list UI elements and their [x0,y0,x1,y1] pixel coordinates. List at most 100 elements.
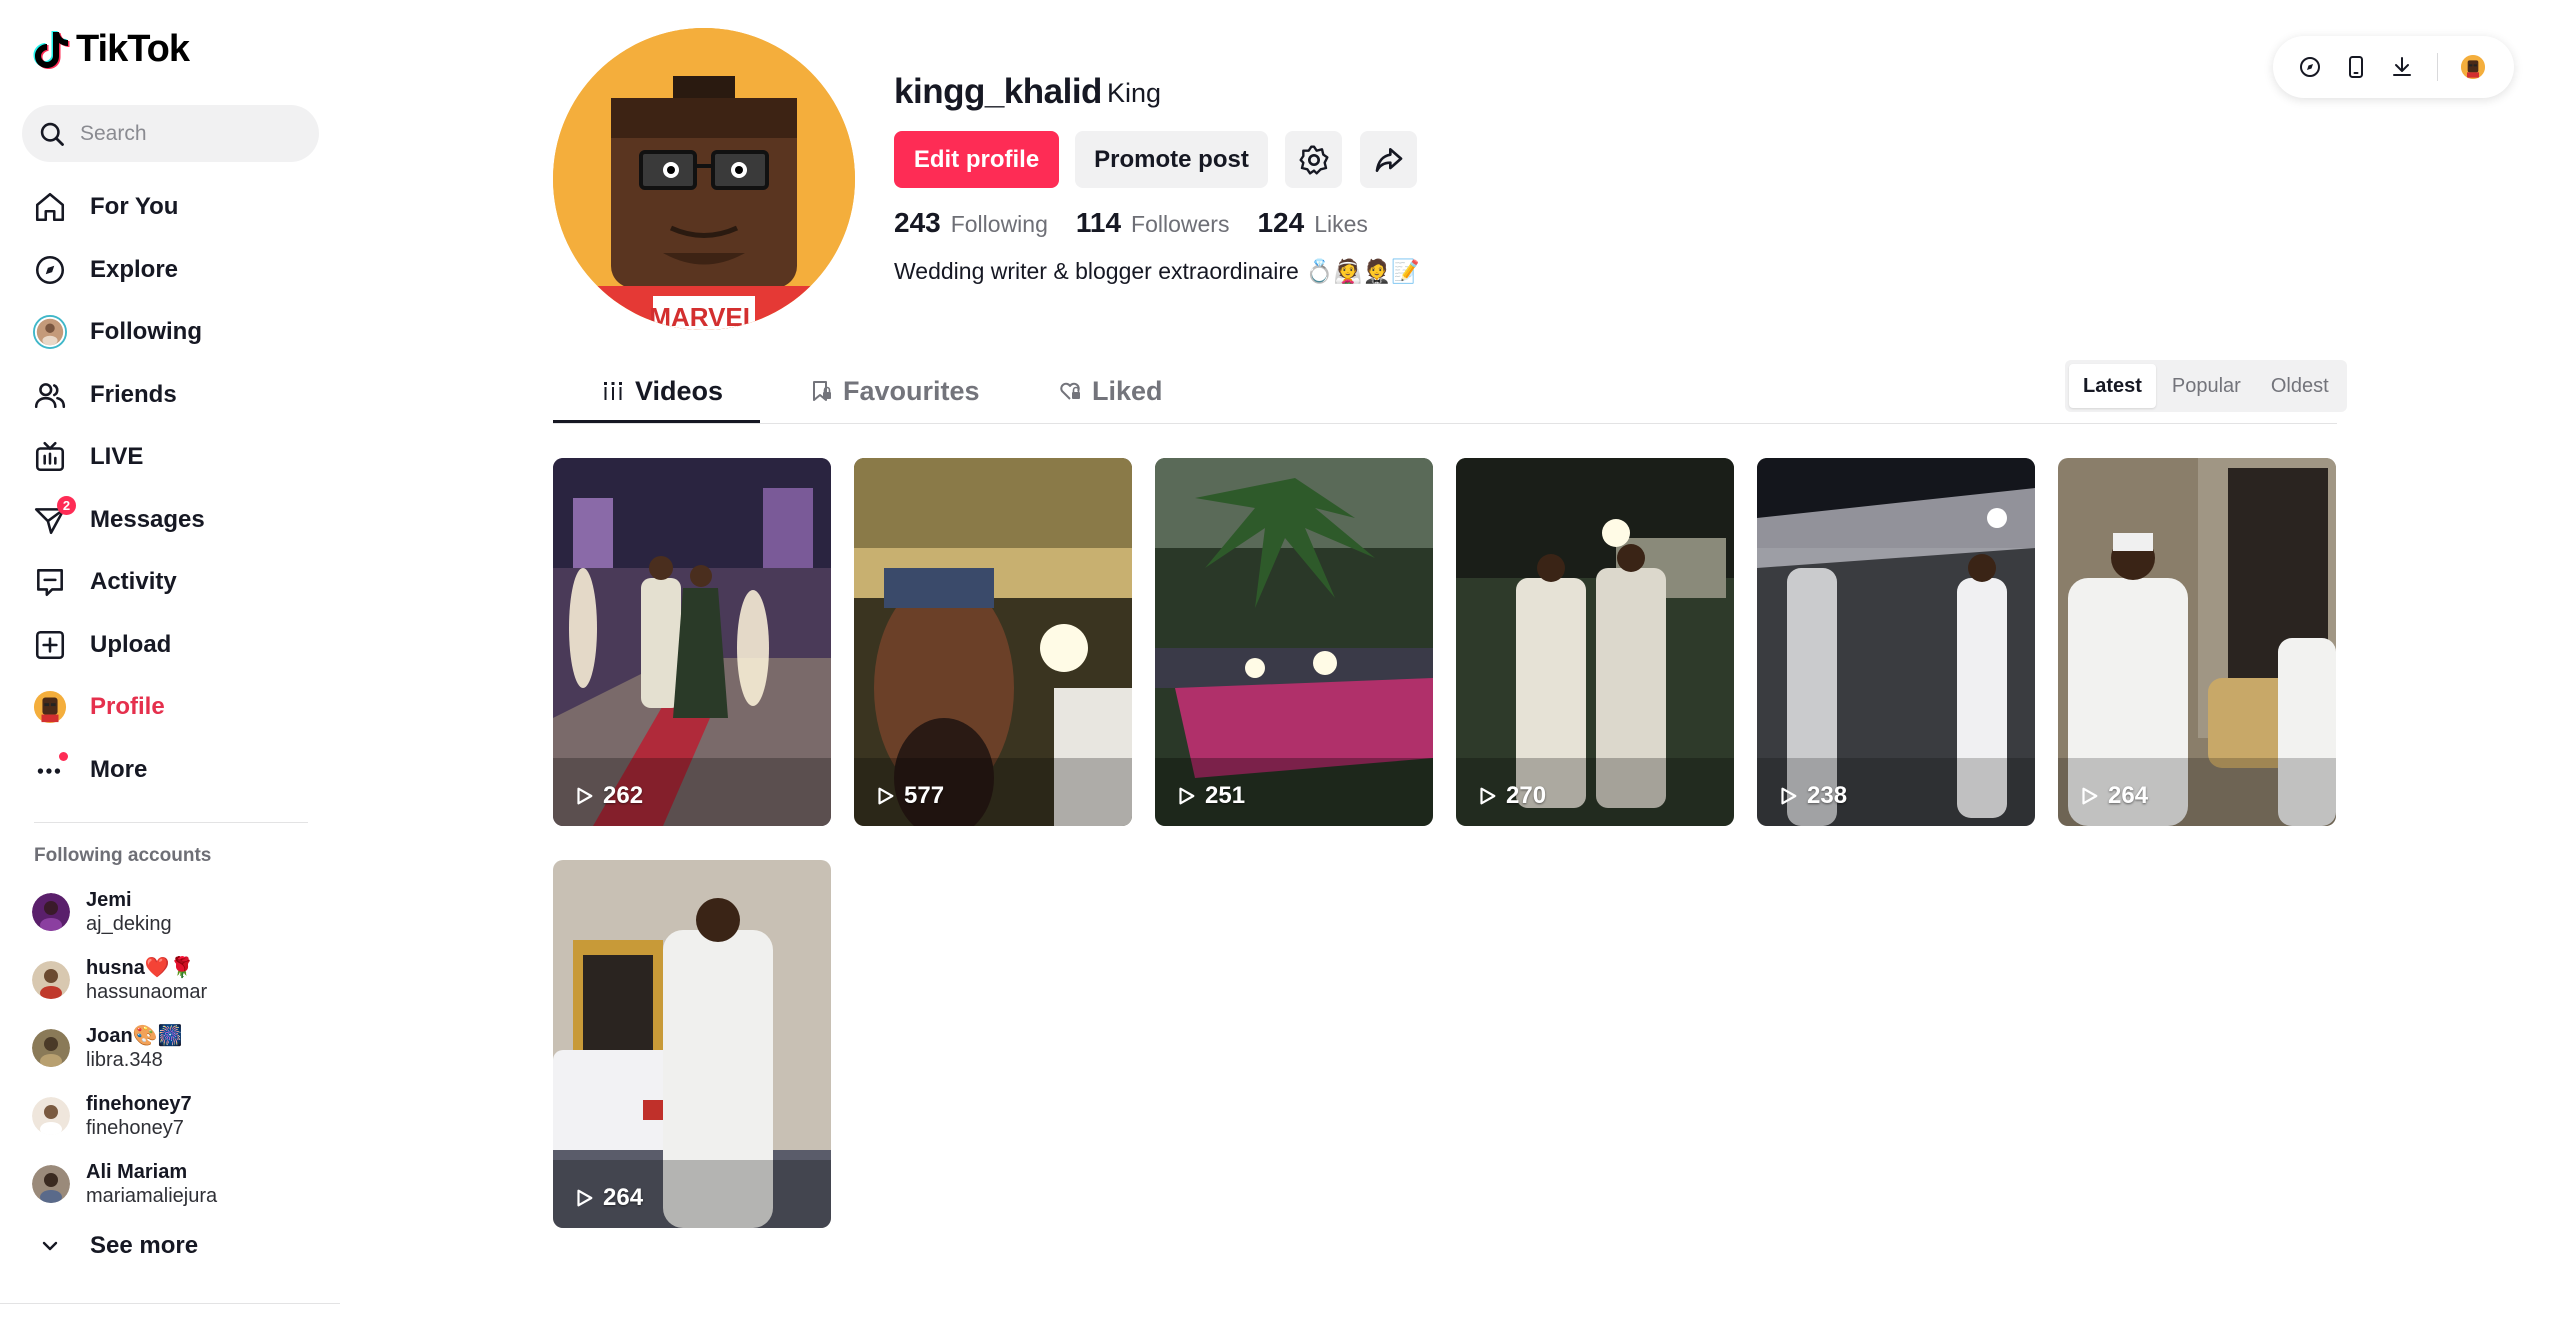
tab-label: Favourites [843,375,980,406]
nav-label: Messages [90,505,205,533]
nav-item-for-you[interactable]: For You [22,176,322,239]
search-bar[interactable] [22,105,319,162]
view-count-value: 577 [904,782,945,809]
download-icon [2393,57,2411,76]
view-count: 262 [573,782,643,810]
sidebar-bottom-divider [0,1303,340,1304]
play-icon [577,787,593,805]
stat-value: 124 [1257,207,1305,238]
view-count-value: 262 [603,782,644,809]
nav-label: Activity [90,568,177,596]
tiktok-logo[interactable]: TikTok [32,28,190,71]
paper-plane-icon: 2 [32,495,76,538]
following-accounts-title: Following accounts [34,845,212,866]
avatar [32,961,70,999]
nav-item-upload[interactable]: Upload [22,614,322,677]
sort-oldest[interactable]: Oldest [2257,364,2343,408]
tab-liked[interactable]: Liked [1058,360,1163,422]
nav-item-activity[interactable]: Activity [22,551,322,614]
messages-badge: 2 [57,495,76,515]
compass-icon [2300,57,2320,77]
video-card[interactable]: 577 [854,458,1132,826]
share-profile-button[interactable] [1360,131,1417,188]
sidebar-divider [34,822,308,823]
avatar [32,1165,70,1203]
creator-tools-button[interactable] [2287,44,2333,90]
more-dots-icon [32,751,68,788]
tab-videos[interactable]: Videos [601,360,723,422]
edit-profile-button[interactable]: Edit profile [894,131,1059,188]
promote-post-button[interactable]: Promote post [1075,131,1268,188]
video-card[interactable]: 238 [1757,458,2035,826]
see-more-button[interactable]: See more [38,1232,198,1260]
search-input[interactable] [80,121,300,146]
nav-label: More [90,755,148,783]
search-icon [40,122,64,146]
nav-label: Following [90,318,202,346]
video-thumbnail [553,860,831,1228]
list-item[interactable]: finehoney7 finehoney7 [32,1082,322,1150]
view-count-value: 270 [1506,782,1547,809]
stat-followers[interactable]: 114 Followers [1076,207,1230,239]
account-name: finehoney7 [86,1093,192,1115]
play-icon [878,787,894,805]
account-username: mariamaliejura [86,1185,218,1207]
avatar-shirt-logo: MARVEL [649,302,758,330]
video-card[interactable]: 270 [1456,458,1734,826]
sidebar: TikTok For You Explore Following Friends [0,0,340,1318]
play-icon [577,1189,593,1207]
profile-stats: 243 Following 114 Followers 124 Likes [894,207,1368,239]
nav-item-explore[interactable]: Explore [22,239,322,302]
stat-value: 243 [894,207,941,238]
tab-favourites[interactable]: Favourites [809,360,980,422]
nav-item-more[interactable]: More [22,739,322,802]
list-item[interactable]: Jemi aj_deking [32,878,322,946]
list-item[interactable]: Joan🎨🎆 libra.348 [32,1014,322,1082]
video-thumbnail [1456,458,1734,826]
view-count-value: 238 [1807,782,1848,809]
play-icon [1480,787,1496,805]
play-icon [1179,787,1195,805]
tiktok-logo-icon [33,30,70,69]
video-card[interactable]: 264 [553,860,831,1228]
sort-popular[interactable]: Popular [2158,364,2255,408]
nav-item-messages[interactable]: 2 Messages [22,489,322,552]
video-card[interactable]: 262 [553,458,831,826]
play-icon [1781,787,1797,805]
nav-item-friends[interactable]: Friends [22,364,322,427]
sort-latest[interactable]: Latest [2069,364,2156,408]
account-avatar-button[interactable] [2450,44,2496,90]
nav-item-following[interactable]: Following [22,301,322,364]
active-tab-indicator [553,420,760,423]
tab-label: Liked [1092,375,1163,406]
video-card[interactable]: 264 [2058,458,2336,826]
settings-button[interactable] [1285,131,1342,188]
avatar [2461,55,2485,79]
grid-lines-icon [604,382,622,400]
nav-item-live[interactable]: LIVE [22,426,322,489]
nav-item-profile[interactable]: Profile [22,676,322,739]
list-item[interactable]: Ali Mariam mariamaliejura [32,1150,322,1218]
video-thumbnail [553,458,831,826]
following-avatar-icon [32,314,68,350]
stat-value: 114 [1075,207,1122,238]
home-icon [32,189,68,225]
tiktok-profile-page: TikTok For You Explore Following Friends [0,0,2560,1318]
profile-avatar[interactable]: MARVEL [553,28,855,330]
more-notification-dot [59,751,68,761]
stat-following[interactable]: 243 Following [894,207,1048,239]
chevron-down-icon [42,1241,58,1251]
account-name: Ali Mariam [86,1161,188,1183]
activity-icon [32,564,68,600]
account-name: husna❤️🌹 [86,957,195,979]
phone-icon [2349,56,2363,78]
video-card[interactable]: 251 [1155,458,1433,826]
list-item[interactable]: husna❤️🌹 hassunaomar [32,946,322,1014]
main-nav: For You Explore Following Friends LIVE 2… [22,176,322,801]
get-app-button[interactable] [2333,44,2379,90]
share-arrow-icon [1375,147,1402,172]
view-count: 264 [573,1184,643,1212]
avatar [32,1097,70,1135]
download-button[interactable] [2379,44,2425,90]
friends-icon [32,377,68,413]
